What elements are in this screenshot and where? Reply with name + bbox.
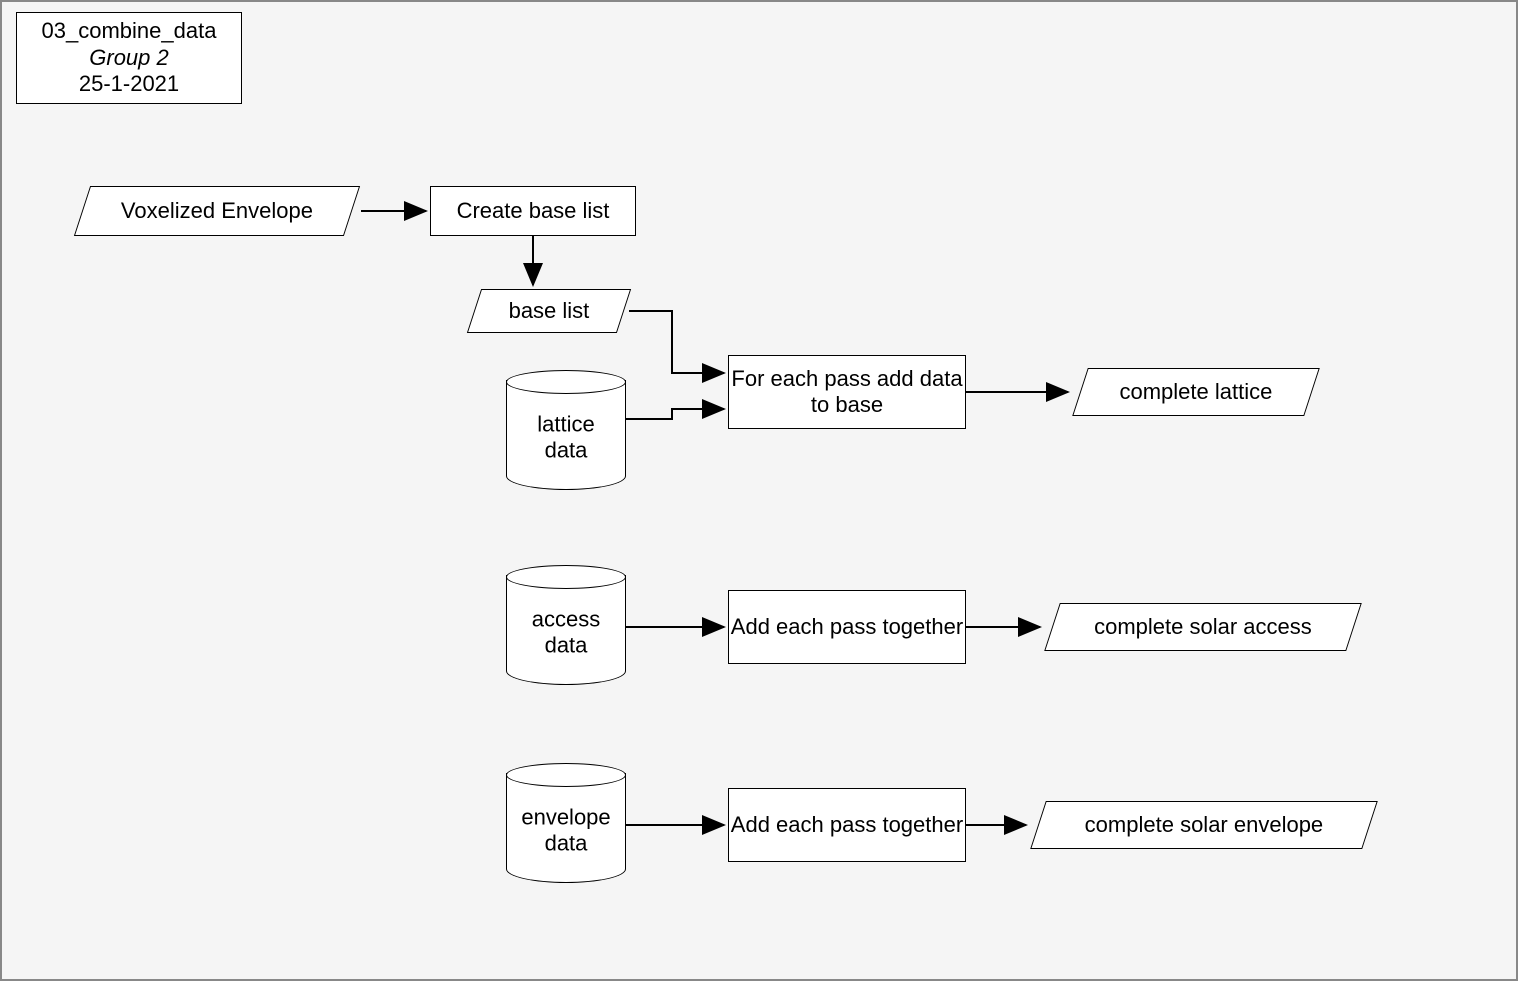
label-envelope-data: envelopedata bbox=[506, 805, 626, 858]
label-complete-lattice: complete lattice bbox=[1087, 379, 1305, 405]
label-base-list: base list bbox=[481, 298, 617, 324]
label-complete-solar-access: complete solar access bbox=[1059, 614, 1347, 640]
node-complete-solar-envelope: complete solar envelope bbox=[1030, 801, 1378, 849]
label-complete-solar-envelope: complete solar envelope bbox=[1045, 812, 1363, 838]
title-line-2: Group 2 bbox=[89, 45, 169, 71]
node-add-access: Add each pass together bbox=[728, 590, 966, 664]
node-complete-solar-access: complete solar access bbox=[1044, 603, 1362, 651]
label-for-each-pass: For each pass add data to base bbox=[729, 366, 965, 419]
label-add-access: Add each pass together bbox=[731, 614, 963, 640]
label-create-base-list: Create base list bbox=[457, 198, 610, 224]
node-create-base-list: Create base list bbox=[430, 186, 636, 236]
node-for-each-pass: For each pass add data to base bbox=[728, 355, 966, 429]
arrow-lattice-to-foreach bbox=[626, 409, 724, 419]
arrow-baselist-to-foreach bbox=[629, 311, 724, 373]
flowchart-canvas: 03_combine_data Group 2 25-1-2021 Voxeli… bbox=[0, 0, 1518, 981]
node-envelope-data: envelopedata bbox=[506, 763, 626, 883]
node-base-list: base list bbox=[467, 289, 631, 333]
node-lattice-data: latticedata bbox=[506, 370, 626, 490]
label-add-envelope: Add each pass together bbox=[731, 812, 963, 838]
label-lattice-data: latticedata bbox=[506, 412, 626, 465]
title-line-3: 25-1-2021 bbox=[79, 71, 179, 97]
title-line-1: 03_combine_data bbox=[42, 18, 217, 44]
node-complete-lattice: complete lattice bbox=[1072, 368, 1320, 416]
label-access-data: accessdata bbox=[506, 607, 626, 660]
node-voxelized-envelope: Voxelized Envelope bbox=[74, 186, 360, 236]
node-add-envelope: Add each pass together bbox=[728, 788, 966, 862]
node-access-data: accessdata bbox=[506, 565, 626, 685]
diagram-title-box: 03_combine_data Group 2 25-1-2021 bbox=[16, 12, 242, 104]
label-voxelized-envelope: Voxelized Envelope bbox=[89, 198, 345, 224]
